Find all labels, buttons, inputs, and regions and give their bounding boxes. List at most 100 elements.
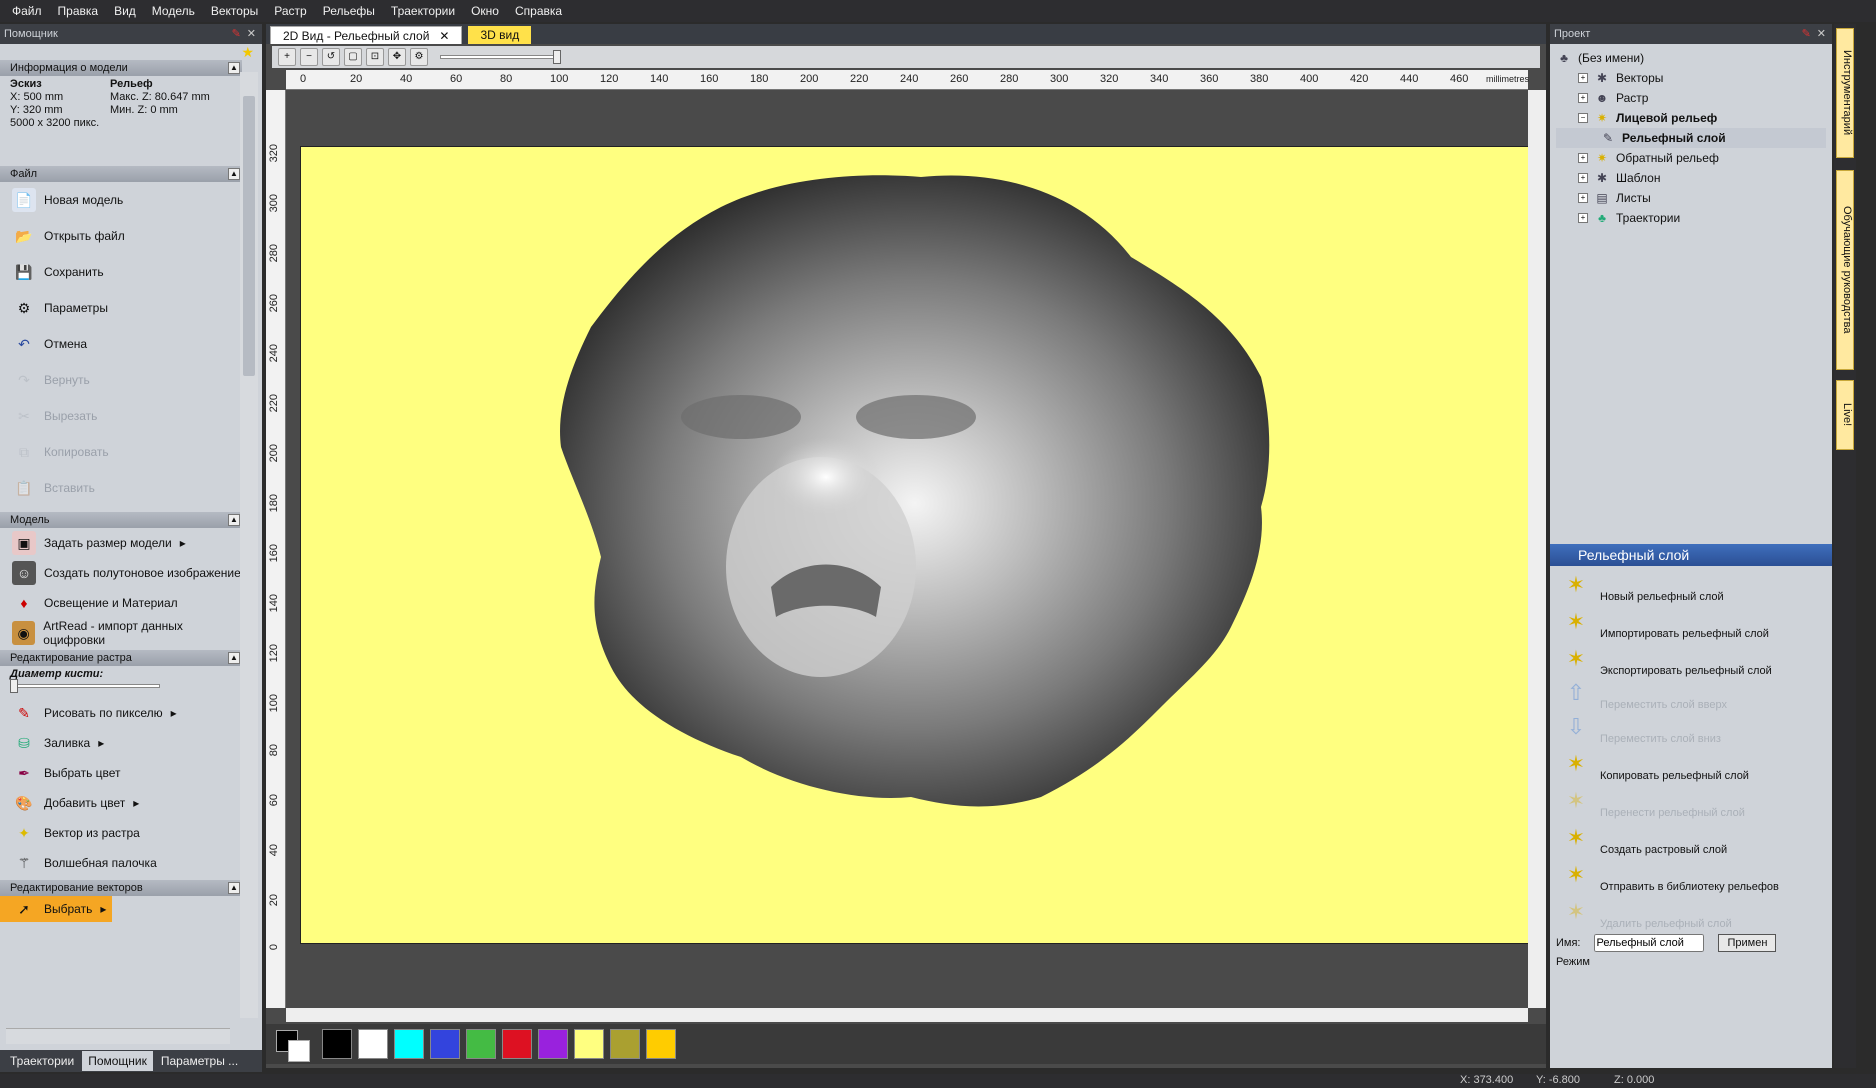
tab-3d-view[interactable]: 3D вид: [468, 26, 532, 44]
add-color-button[interactable]: 🎨 Добавить цвет ▸: [0, 788, 242, 818]
new-relief-layer-button[interactable]: ✶ Новый рельефный слой: [1550, 566, 1832, 603]
cut-button[interactable]: ✂ Вырезать: [0, 398, 242, 434]
slider-thumb[interactable]: [10, 679, 18, 693]
transfer-relief-layer-button[interactable]: ✶ Перенести рельефный слой: [1550, 782, 1832, 819]
palette-swatch[interactable]: [502, 1029, 532, 1059]
palette-swatch[interactable]: [394, 1029, 424, 1059]
star-icon[interactable]: ★: [0, 44, 262, 60]
model-area[interactable]: [300, 146, 1530, 944]
section-model[interactable]: Модель ▲: [0, 512, 242, 528]
palette-swatch[interactable]: [646, 1029, 676, 1059]
expand-icon[interactable]: −: [1578, 113, 1588, 123]
move-layer-up-button[interactable]: ⇧ Переместить слой вверх: [1550, 677, 1832, 711]
tab-live[interactable]: Live!: [1836, 380, 1854, 450]
pan-icon[interactable]: ✥: [388, 48, 406, 66]
tree-item[interactable]: + ♣ Траектории: [1556, 208, 1826, 228]
section-vectors[interactable]: Редактирование векторов ▲: [0, 880, 242, 896]
close-icon[interactable]: ✕: [439, 27, 449, 44]
scroll-thumb[interactable]: [243, 96, 255, 376]
create-grayscale-button[interactable]: ☺ Создать полутоновое изображение: [0, 558, 242, 588]
tree-item[interactable]: + ✱ Шаблон: [1556, 168, 1826, 188]
zoom-previous-icon[interactable]: ↺: [322, 48, 340, 66]
copy-relief-layer-button[interactable]: ✶ Копировать рельефный слой: [1550, 745, 1832, 782]
copy-button[interactable]: ⧉ Копировать: [0, 434, 242, 470]
view-slider[interactable]: [440, 50, 561, 64]
canvas-hscroll[interactable]: [286, 1008, 1528, 1022]
zoom-fit-icon[interactable]: ▢: [344, 48, 362, 66]
pick-color-button[interactable]: ✒ Выбрать цвет: [0, 758, 242, 788]
canvas-vscroll[interactable]: [1528, 90, 1546, 1008]
set-model-size-button[interactable]: ▣ Задать размер модели ▸: [0, 528, 242, 558]
collapse-icon[interactable]: ▲: [228, 882, 240, 894]
menu-raster[interactable]: Растр: [266, 0, 314, 22]
export-relief-layer-button[interactable]: ✶ Экспортировать рельефный слой: [1550, 640, 1832, 677]
menu-window[interactable]: Окно: [463, 0, 507, 22]
collapse-icon[interactable]: ▲: [228, 514, 240, 526]
select-button[interactable]: ➚ Выбрать ▸: [0, 896, 112, 922]
tree-item[interactable]: + ✱ Векторы: [1556, 68, 1826, 88]
palette-swatch[interactable]: [358, 1029, 388, 1059]
close-icon[interactable]: ✕: [1817, 24, 1826, 44]
tree-item[interactable]: ✎ Рельефный слой: [1556, 128, 1826, 148]
pin-icon[interactable]: ✎: [232, 24, 241, 44]
tree-item[interactable]: + ☻ Растр: [1556, 88, 1826, 108]
expand-icon[interactable]: +: [1578, 213, 1588, 223]
expand-icon[interactable]: +: [1578, 93, 1588, 103]
paste-button[interactable]: 📋 Вставить: [0, 470, 242, 506]
parameters-button[interactable]: ⚙ Параметры: [0, 290, 242, 326]
section-file[interactable]: Файл ▲: [0, 166, 242, 182]
assistant-hscroll[interactable]: [6, 1028, 230, 1044]
palette-swatch[interactable]: [610, 1029, 640, 1059]
menu-file[interactable]: Файл: [4, 0, 50, 22]
import-relief-layer-button[interactable]: ✶ Импортировать рельефный слой: [1550, 603, 1832, 640]
tab-parameters[interactable]: Параметры ...: [155, 1051, 244, 1071]
palette-swatch[interactable]: [430, 1029, 460, 1059]
section-model-info[interactable]: Информация о модели ▲: [0, 60, 242, 76]
menu-edit[interactable]: Правка: [50, 0, 107, 22]
zoom-out-icon[interactable]: −: [300, 48, 318, 66]
palette-swatch[interactable]: [466, 1029, 496, 1059]
save-button[interactable]: 💾 Сохранить: [0, 254, 242, 290]
tab-toolpaths[interactable]: Траектории: [4, 1051, 80, 1071]
assistant-vscroll[interactable]: [240, 72, 258, 1018]
tree-item[interactable]: − ✷ Лицевой рельеф: [1556, 108, 1826, 128]
tree-item[interactable]: ♣ (Без имени): [1556, 48, 1826, 68]
vector-from-raster-button[interactable]: ✦ Вектор из растра: [0, 818, 242, 848]
tree-item[interactable]: + ▤ Листы: [1556, 188, 1826, 208]
collapse-icon[interactable]: ▲: [228, 652, 240, 664]
menu-help[interactable]: Справка: [507, 0, 570, 22]
slider-thumb[interactable]: [553, 50, 561, 64]
menu-view[interactable]: Вид: [106, 0, 144, 22]
zoom-window-icon[interactable]: ⊡: [366, 48, 384, 66]
secondary-color-swatch[interactable]: [288, 1040, 310, 1062]
section-raster[interactable]: Редактирование растра ▲: [0, 650, 242, 666]
create-raster-layer-button[interactable]: ✶ Создать растровый слой: [1550, 819, 1832, 856]
tree-item[interactable]: + ✷ Обратный рельеф: [1556, 148, 1826, 168]
expand-icon[interactable]: +: [1578, 173, 1588, 183]
draw-pixel-button[interactable]: ✎ Рисовать по пикселю ▸: [0, 698, 242, 728]
tab-assistant[interactable]: Помощник: [82, 1051, 153, 1071]
palette-swatch[interactable]: [322, 1029, 352, 1059]
close-icon[interactable]: ✕: [247, 24, 256, 44]
fill-button[interactable]: ⛁ Заливка ▸: [0, 728, 242, 758]
new-model-button[interactable]: 📄 Новая модель: [0, 182, 242, 218]
layer-name-input[interactable]: [1594, 934, 1705, 952]
zoom-in-icon[interactable]: +: [278, 48, 296, 66]
undo-button[interactable]: ↶ Отмена: [0, 326, 242, 362]
palette-swatch[interactable]: [574, 1029, 604, 1059]
menu-reliefs[interactable]: Рельефы: [315, 0, 383, 22]
menu-vectors[interactable]: Векторы: [203, 0, 266, 22]
move-layer-down-button[interactable]: ⇩ Переместить слой вниз: [1550, 711, 1832, 745]
palette-swatch[interactable]: [538, 1029, 568, 1059]
brush-diameter-slider[interactable]: [10, 679, 160, 693]
expand-icon[interactable]: +: [1578, 193, 1588, 203]
magic-wand-button[interactable]: ⚚ Волшебная палочка: [0, 848, 242, 878]
apply-button[interactable]: Примен: [1718, 934, 1777, 952]
menu-toolpaths[interactable]: Траектории: [383, 0, 463, 22]
collapse-icon[interactable]: ▲: [228, 168, 240, 180]
open-file-button[interactable]: 📂 Открыть файл: [0, 218, 242, 254]
pin-icon[interactable]: ✎: [1802, 24, 1811, 44]
tab-toolbox[interactable]: Инструментарий: [1836, 28, 1854, 158]
send-to-library-button[interactable]: ✶ Отправить в библиотеку рельефов: [1550, 856, 1832, 893]
tab-2d-view[interactable]: 2D Вид - Рельефный слой ✕: [270, 26, 463, 44]
